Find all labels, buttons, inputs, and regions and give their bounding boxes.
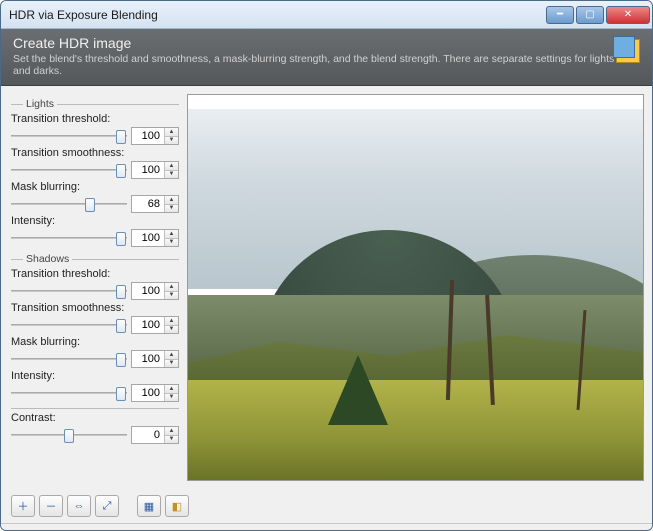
- page-subtitle: Set the blend's threshold and smoothness…: [13, 53, 616, 77]
- slider-thumb[interactable]: [116, 387, 126, 401]
- slider-thumb[interactable]: [116, 319, 126, 333]
- spin-down-icon[interactable]: ▼: [165, 171, 178, 179]
- slider-thumb[interactable]: [116, 130, 126, 144]
- lights-transition-smoothness-slider[interactable]: [11, 161, 127, 179]
- spin-up-icon[interactable]: ▲: [165, 230, 178, 239]
- spin-up-icon[interactable]: ▲: [165, 385, 178, 394]
- zoom-1to1-button[interactable]: ⇔: [67, 495, 91, 517]
- exposure-blend-icon: [616, 39, 640, 63]
- group-shadows-label: Shadows: [26, 253, 69, 265]
- shadows-transition-smoothness: Transition smoothness: ▲▼: [11, 302, 179, 334]
- lights-intensity-input[interactable]: ▲▼: [131, 229, 179, 247]
- controls-panel: Lights Transition threshold: ▲▼: [1, 86, 187, 489]
- contrast-input[interactable]: ▲▼: [131, 426, 179, 444]
- contrast-slider[interactable]: [11, 426, 127, 444]
- zoom-out-button[interactable]: －: [39, 495, 63, 517]
- lights-transition-threshold-input[interactable]: ▲▼: [131, 127, 179, 145]
- preview-wrap: [187, 86, 652, 489]
- spin-up-icon[interactable]: ▲: [165, 317, 178, 326]
- preview-image[interactable]: [187, 94, 644, 481]
- compare-icon: ◧: [172, 500, 182, 513]
- spin-down-icon[interactable]: ▼: [165, 239, 178, 247]
- compare-button[interactable]: ◧: [165, 495, 189, 517]
- shadows-mask-blurring: Mask blurring: ▲▼: [11, 336, 179, 368]
- spin-down-icon[interactable]: ▼: [165, 360, 178, 368]
- group-lights-label: Lights: [26, 98, 54, 110]
- shadows-intensity-input[interactable]: ▲▼: [131, 384, 179, 402]
- slider-thumb[interactable]: [116, 353, 126, 367]
- spin-down-icon[interactable]: ▼: [165, 326, 178, 334]
- body: Lights Transition threshold: ▲▼: [1, 86, 652, 489]
- contrast: Contrast: ▲▼: [11, 412, 179, 444]
- zoom-in-button[interactable]: ＋: [11, 495, 35, 517]
- app-window: HDR via Exposure Blending ━ ▢ ✕ Create H…: [0, 0, 653, 531]
- shadows-transition-smoothness-slider[interactable]: [11, 316, 127, 334]
- spin-up-icon[interactable]: ▲: [165, 128, 178, 137]
- group-lights: Lights: [11, 98, 179, 110]
- lights-intensity: Intensity: ▲▼: [11, 215, 179, 247]
- lights-transition-threshold-slider[interactable]: [11, 127, 127, 145]
- shadows-transition-threshold-input[interactable]: ▲▼: [131, 282, 179, 300]
- footer: Presets: <Last used> 💾 ✖ ↺ < Previous Ne…: [1, 523, 652, 531]
- spin-down-icon[interactable]: ▼: [165, 394, 178, 402]
- shadows-transition-smoothness-input[interactable]: ▲▼: [131, 316, 179, 334]
- titlebar: HDR via Exposure Blending ━ ▢ ✕: [1, 1, 652, 29]
- window-title: HDR via Exposure Blending: [9, 8, 544, 22]
- one-to-one-icon: ⇔: [74, 500, 85, 512]
- plus-icon: ＋: [18, 498, 29, 514]
- lights-transition-smoothness-input[interactable]: ▲▼: [131, 161, 179, 179]
- spin-up-icon[interactable]: ▲: [165, 196, 178, 205]
- fit-icon: ⤢: [103, 500, 112, 513]
- header: Create HDR image Set the blend's thresho…: [1, 29, 652, 86]
- slider-thumb[interactable]: [116, 232, 126, 246]
- page-title: Create HDR image: [13, 35, 616, 51]
- lights-mask-blurring-slider[interactable]: [11, 195, 127, 213]
- zoom-fit-button[interactable]: ⤢: [95, 495, 119, 517]
- zoom-toolbar: ＋ － ⇔ ⤢ ▦ ◧: [1, 489, 652, 523]
- lights-transition-smoothness: Transition smoothness: ▲▼: [11, 147, 179, 179]
- slider-thumb[interactable]: [64, 429, 74, 443]
- lights-mask-blurring-input[interactable]: ▲▼: [131, 195, 179, 213]
- spin-down-icon[interactable]: ▼: [165, 137, 178, 145]
- histogram-button[interactable]: ▦: [137, 495, 161, 517]
- shadows-intensity: Intensity: ▲▼: [11, 370, 179, 402]
- divider: [11, 408, 179, 409]
- window-buttons: ━ ▢ ✕: [544, 6, 650, 24]
- minimize-button[interactable]: ━: [546, 6, 574, 24]
- spin-up-icon[interactable]: ▲: [165, 427, 178, 436]
- shadows-mask-blurring-input[interactable]: ▲▼: [131, 350, 179, 368]
- slider-thumb[interactable]: [116, 285, 126, 299]
- spin-down-icon[interactable]: ▼: [165, 436, 178, 444]
- slider-thumb[interactable]: [85, 198, 95, 212]
- shadows-intensity-slider[interactable]: [11, 384, 127, 402]
- shadows-transition-threshold-slider[interactable]: [11, 282, 127, 300]
- maximize-button[interactable]: ▢: [576, 6, 604, 24]
- shadows-transition-threshold: Transition threshold: ▲▼: [11, 268, 179, 300]
- spin-up-icon[interactable]: ▲: [165, 162, 178, 171]
- lights-mask-blurring: Mask blurring: ▲▼: [11, 181, 179, 213]
- lights-intensity-slider[interactable]: [11, 229, 127, 247]
- spin-up-icon[interactable]: ▲: [165, 283, 178, 292]
- slider-thumb[interactable]: [116, 164, 126, 178]
- lights-transition-threshold: Transition threshold: ▲▼: [11, 113, 179, 145]
- spin-down-icon[interactable]: ▼: [165, 205, 178, 213]
- group-shadows: Shadows: [11, 253, 179, 265]
- spin-up-icon[interactable]: ▲: [165, 351, 178, 360]
- spin-down-icon[interactable]: ▼: [165, 292, 178, 300]
- shadows-mask-blurring-slider[interactable]: [11, 350, 127, 368]
- minus-icon: －: [46, 498, 57, 514]
- close-button[interactable]: ✕: [606, 6, 650, 24]
- histogram-icon: ▦: [144, 500, 154, 513]
